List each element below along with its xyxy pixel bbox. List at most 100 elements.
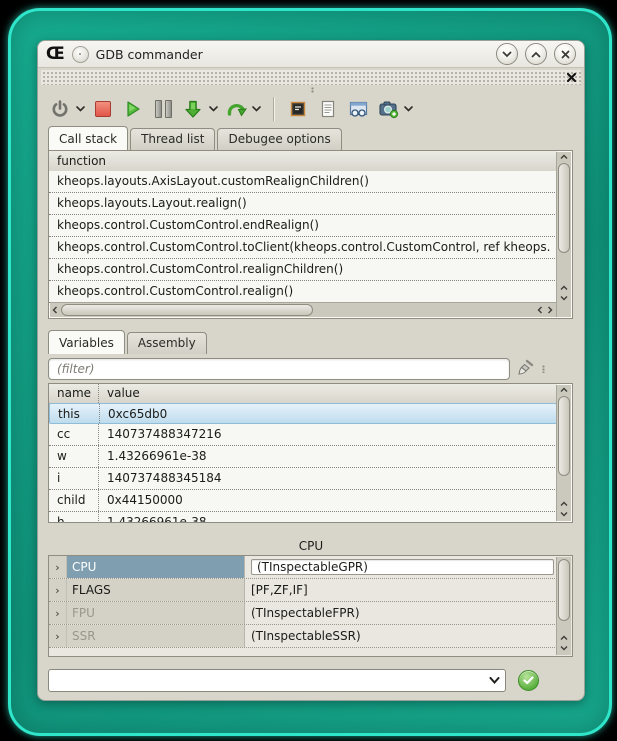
tab-debugee-options[interactable]: Debugee options bbox=[217, 128, 341, 150]
chevron-down-icon bbox=[404, 106, 413, 112]
callstack-horizontal-scrollbar[interactable] bbox=[50, 302, 556, 317]
variable-name: h bbox=[49, 512, 98, 522]
titlebar[interactable]: Œ GDB commander bbox=[38, 41, 584, 68]
variable-row[interactable]: child0x44150000 bbox=[49, 490, 557, 512]
run-button[interactable] bbox=[121, 96, 145, 122]
power-icon bbox=[50, 99, 70, 119]
scroll-up-icon[interactable] bbox=[557, 633, 571, 643]
combobox-dropdown-button[interactable] bbox=[483, 670, 505, 691]
confirm-button[interactable] bbox=[518, 670, 539, 691]
scroll-left-icon[interactable] bbox=[535, 303, 545, 317]
snapshot-dropdown[interactable] bbox=[404, 106, 413, 112]
callstack-list: kheops.layouts.AxisLayout.customRealignC… bbox=[49, 171, 557, 303]
cpu-register-row[interactable]: ›SSR(TInspectableSSR) bbox=[49, 625, 557, 648]
arrow-down-icon bbox=[183, 99, 203, 119]
expand-arrow-icon[interactable]: › bbox=[49, 579, 67, 601]
column-header-value[interactable]: value bbox=[98, 384, 557, 403]
tab-thread-list[interactable]: Thread list bbox=[130, 128, 215, 150]
command-combobox[interactable] bbox=[48, 669, 506, 692]
chevron-down-icon bbox=[252, 106, 261, 112]
expand-arrow-icon[interactable]: › bbox=[49, 625, 67, 647]
variable-name: this bbox=[50, 404, 99, 423]
shade-button[interactable] bbox=[496, 43, 518, 65]
callstack-row[interactable]: kheops.control.CustomControl.realign() bbox=[49, 281, 557, 303]
scroll-down-icon[interactable] bbox=[557, 643, 571, 653]
expand-arrow-icon[interactable]: › bbox=[49, 602, 67, 624]
watch-icon bbox=[348, 100, 369, 119]
callstack-row[interactable]: kheops.control.CustomControl.realignChil… bbox=[49, 259, 557, 281]
chip-icon bbox=[288, 99, 308, 119]
watch-window-button[interactable] bbox=[346, 96, 370, 122]
pause-button[interactable] bbox=[151, 96, 175, 122]
check-icon bbox=[523, 676, 534, 685]
callstack-row[interactable]: kheops.control.CustomControl.endRealign(… bbox=[49, 215, 557, 237]
unshade-button[interactable] bbox=[525, 43, 547, 65]
scroll-up-icon[interactable] bbox=[557, 499, 571, 509]
variable-row[interactable]: cc140737488347216 bbox=[49, 424, 557, 446]
cpu-vertical-scrollbar[interactable] bbox=[556, 557, 571, 655]
filter-row bbox=[48, 357, 574, 381]
play-icon bbox=[124, 100, 142, 118]
filter-input[interactable] bbox=[48, 358, 510, 380]
variables-panel: name value this0xc65db0cc140737488347216… bbox=[48, 383, 573, 523]
scroll-thumb[interactable] bbox=[61, 304, 313, 316]
power-button[interactable] bbox=[48, 96, 72, 122]
variable-row[interactable]: this0xc65db0 bbox=[49, 403, 557, 424]
scroll-thumb[interactable] bbox=[558, 559, 570, 621]
clear-filter-button[interactable] bbox=[516, 358, 536, 381]
variables-tabbar: VariablesAssembly bbox=[48, 331, 574, 354]
messages-button[interactable] bbox=[316, 96, 340, 122]
scroll-up-icon[interactable] bbox=[557, 385, 571, 395]
scroll-right-icon[interactable] bbox=[545, 303, 555, 317]
dock-drag-handle[interactable] bbox=[41, 70, 581, 85]
step-over-dropdown[interactable] bbox=[252, 106, 261, 112]
scroll-thumb[interactable] bbox=[558, 396, 570, 476]
cpu-register-row[interactable]: ›CPU(TInspectableGPR) bbox=[49, 556, 557, 579]
column-header-name[interactable]: name bbox=[49, 384, 98, 403]
variables-vertical-scrollbar[interactable] bbox=[556, 385, 571, 521]
tab-variables[interactable]: Variables bbox=[48, 330, 125, 354]
snapshot-button[interactable] bbox=[376, 96, 400, 122]
callstack-row[interactable]: kheops.control.CustomControl.toClient(kh… bbox=[49, 237, 557, 259]
scroll-down-icon[interactable] bbox=[557, 509, 571, 519]
callstack-row[interactable]: kheops.layouts.AxisLayout.customRealignC… bbox=[49, 171, 557, 193]
command-bar bbox=[48, 667, 574, 693]
register-group-name: FPU bbox=[67, 602, 245, 624]
tab-assembly[interactable]: Assembly bbox=[127, 332, 207, 354]
cpu-register-row[interactable]: ›FLAGS[PF,ZF,IF] bbox=[49, 579, 557, 602]
scroll-up-icon[interactable] bbox=[557, 283, 571, 293]
variable-value: 1.43266961e-38 bbox=[98, 512, 557, 522]
callstack-vertical-scrollbar[interactable] bbox=[556, 152, 571, 317]
variable-row[interactable]: h1.43266961e-38 bbox=[49, 512, 557, 522]
variable-name: cc bbox=[49, 424, 98, 445]
window-title: GDB commander bbox=[96, 47, 203, 62]
register-value-editor[interactable]: (TInspectableGPR) bbox=[251, 559, 554, 575]
scroll-up-icon[interactable] bbox=[557, 152, 571, 162]
app-logo-icon: Œ bbox=[46, 46, 65, 63]
close-button[interactable] bbox=[554, 43, 576, 65]
callstack-row[interactable]: kheops.layouts.Layout.realign() bbox=[49, 193, 557, 215]
variable-value: 140737488347216 bbox=[98, 424, 557, 445]
splitter-handle[interactable] bbox=[542, 365, 545, 373]
cpu-register-row[interactable]: ›FPU(TInspectableFPR) bbox=[49, 602, 557, 625]
variable-row[interactable]: i140737488345184 bbox=[49, 468, 557, 490]
stop-button[interactable] bbox=[91, 96, 115, 122]
window-menu-button[interactable] bbox=[72, 46, 89, 63]
cpu-view-button[interactable] bbox=[286, 96, 310, 122]
step-over-button[interactable] bbox=[224, 96, 248, 122]
step-into-button[interactable] bbox=[181, 96, 205, 122]
dock-close-button[interactable] bbox=[565, 71, 577, 83]
expand-arrow-icon[interactable]: › bbox=[49, 556, 67, 578]
tab-call-stack[interactable]: Call stack bbox=[48, 126, 128, 150]
power-dropdown[interactable] bbox=[76, 106, 85, 112]
pause-icon bbox=[155, 100, 172, 118]
scroll-thumb[interactable] bbox=[558, 163, 570, 253]
callstack-panel: function kheops.layouts.AxisLayout.custo… bbox=[48, 150, 573, 319]
step-into-dropdown[interactable] bbox=[209, 106, 218, 112]
cpu-register-list: ›CPU(TInspectableGPR)›FLAGS[PF,ZF,IF]›FP… bbox=[49, 556, 557, 656]
variable-row[interactable]: w1.43266961e-38 bbox=[49, 446, 557, 468]
callstack-column-header[interactable]: function bbox=[49, 151, 557, 172]
command-input[interactable] bbox=[55, 670, 483, 691]
scroll-left-icon[interactable] bbox=[50, 303, 60, 317]
scroll-down-icon[interactable] bbox=[557, 293, 571, 303]
